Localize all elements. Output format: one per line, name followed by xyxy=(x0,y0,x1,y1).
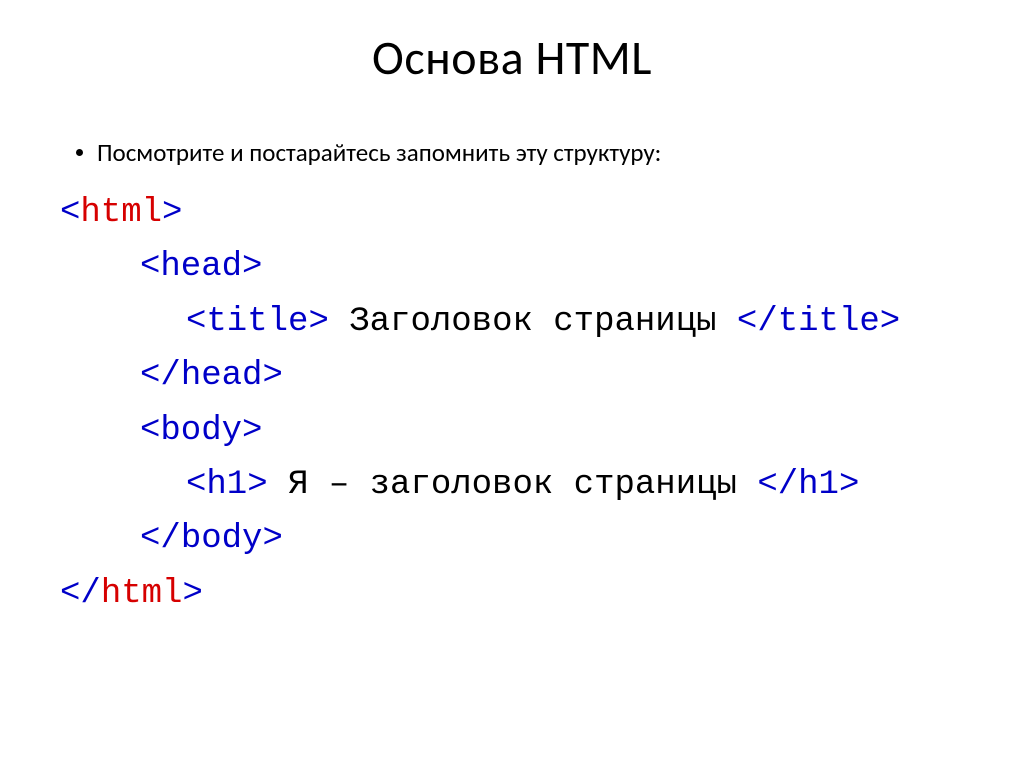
code-line-title: <title> Заголовок страницы </title> xyxy=(60,295,964,349)
bullet-dot-icon xyxy=(76,149,83,156)
angle-bracket: > xyxy=(262,357,282,395)
angle-bracket: > xyxy=(162,194,182,232)
slash: / xyxy=(160,357,180,395)
tag-h1: h1 xyxy=(798,466,839,504)
code-line-h1: <h1> Я – заголовок страницы </h1> xyxy=(60,458,964,512)
slash: / xyxy=(160,520,180,558)
angle-bracket: < xyxy=(737,303,757,341)
tag-title: title xyxy=(206,303,308,341)
angle-bracket: > xyxy=(242,412,262,450)
title-text: Заголовок страницы xyxy=(329,303,737,341)
code-line-head-close: </head> xyxy=(60,349,964,403)
code-line-html-close: </html> xyxy=(60,567,964,621)
angle-bracket: < xyxy=(140,412,160,450)
slash: / xyxy=(80,575,100,613)
code-block: <html> <head> <title> Заголовок страницы… xyxy=(60,186,964,621)
code-line-body-close: </body> xyxy=(60,512,964,566)
tag-h1: h1 xyxy=(206,466,247,504)
angle-bracket: > xyxy=(182,575,202,613)
tag-html: html xyxy=(80,194,162,232)
bullet-item: Посмотрите и постарайтесь запомнить эту … xyxy=(76,137,964,168)
code-line-head-open: <head> xyxy=(60,240,964,294)
angle-bracket: < xyxy=(186,303,206,341)
angle-bracket: < xyxy=(757,466,777,504)
code-line-body-open: <body> xyxy=(60,404,964,458)
angle-bracket: < xyxy=(140,248,160,286)
tag-title: title xyxy=(778,303,880,341)
angle-bracket: < xyxy=(140,357,160,395)
tag-head: head xyxy=(160,248,242,286)
tag-html: html xyxy=(101,575,183,613)
angle-bracket: < xyxy=(60,575,80,613)
slide-content: Посмотрите и постарайтесь запомнить эту … xyxy=(0,137,1024,621)
angle-bracket: > xyxy=(839,466,859,504)
angle-bracket: > xyxy=(262,520,282,558)
tag-head: head xyxy=(181,357,263,395)
bullet-text: Посмотрите и постарайтесь запомнить эту … xyxy=(97,137,661,168)
tag-body: body xyxy=(160,412,242,450)
slide-title: Основа HTML xyxy=(0,0,1024,107)
tag-body: body xyxy=(181,520,263,558)
angle-bracket: > xyxy=(308,303,328,341)
h1-text: Я – заголовок страницы xyxy=(268,466,758,504)
angle-bracket: > xyxy=(242,248,262,286)
slash: / xyxy=(757,303,777,341)
angle-bracket: > xyxy=(247,466,267,504)
angle-bracket: < xyxy=(140,520,160,558)
slide: Основа HTML Посмотрите и постарайтесь за… xyxy=(0,0,1024,767)
code-line-html-open: <html> xyxy=(60,186,964,240)
angle-bracket: > xyxy=(880,303,900,341)
angle-bracket: < xyxy=(60,194,80,232)
slash: / xyxy=(778,466,798,504)
angle-bracket: < xyxy=(186,466,206,504)
